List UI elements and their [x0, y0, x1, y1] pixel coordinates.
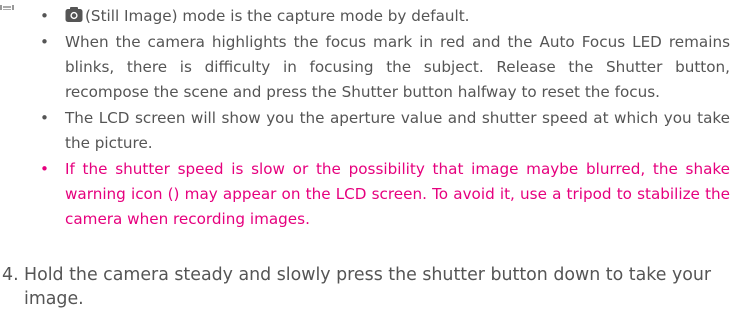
bullet-text: The LCD screen will show you the apertur…: [65, 109, 730, 152]
note-bullet-list: • (Still Image) mode is the capture mode…: [40, 4, 730, 233]
bullet-focus-difficulty: • When the camera highlights the focus m…: [40, 30, 730, 105]
bullet-dot: •: [40, 7, 49, 25]
bullet-dot: •: [40, 160, 49, 178]
bullet-still-image-mode: • (Still Image) mode is the capture mode…: [40, 4, 730, 29]
bullet-dot: •: [40, 33, 49, 51]
bullet-text: When the camera highlights the focus mar…: [65, 33, 730, 101]
camera-icon: [65, 6, 83, 23]
step-4: 4. Hold the camera steady and slowly pre…: [2, 263, 730, 311]
bullet-text: (Still Image) mode is the capture mode b…: [85, 7, 470, 25]
bullet-dot: •: [40, 109, 49, 127]
note-icon: [0, 0, 14, 10]
bullet-aperture-display: • The LCD screen will show you the apert…: [40, 106, 730, 156]
step-number: 4.: [2, 265, 19, 285]
bullet-shake-warning: • If the shutter speed is slow or the po…: [40, 157, 730, 232]
step-text: Hold the camera steady and slowly press …: [24, 265, 712, 309]
bullet-text: If the shutter speed is slow or the poss…: [65, 160, 730, 228]
